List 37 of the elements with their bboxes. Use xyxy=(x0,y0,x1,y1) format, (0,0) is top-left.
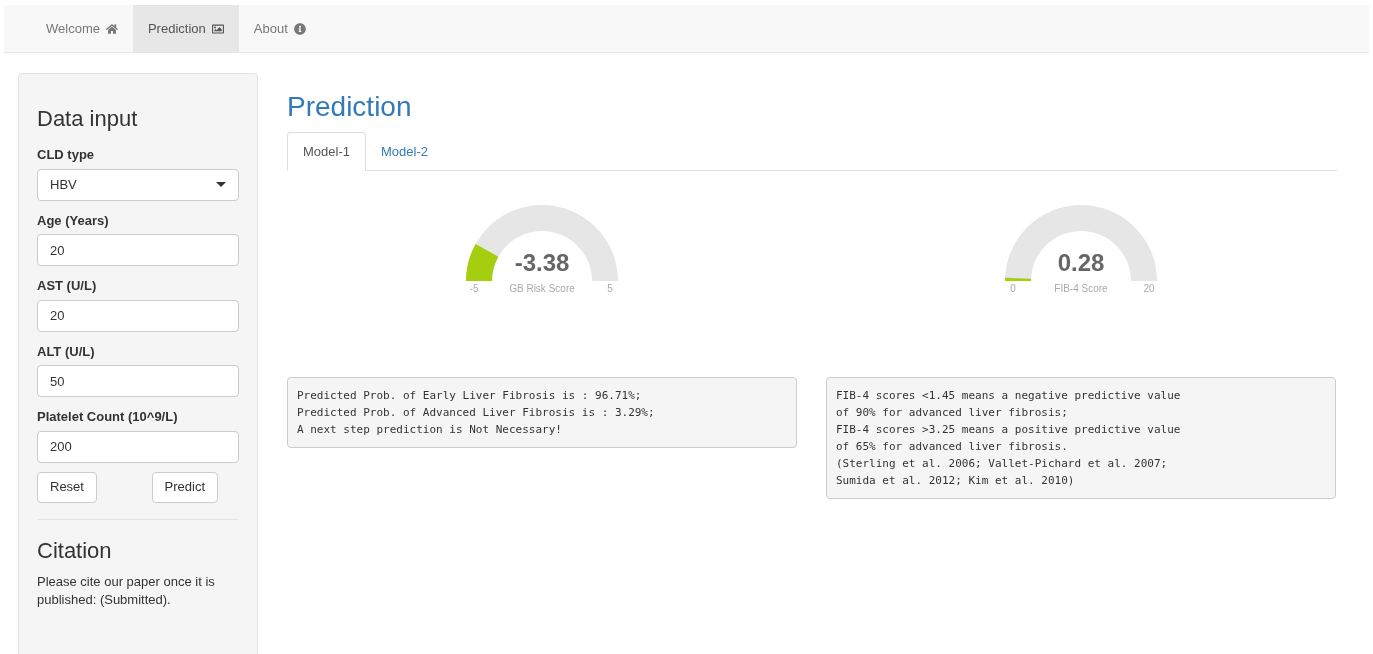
gauge-fill xyxy=(1005,277,1032,281)
home-icon xyxy=(105,22,118,35)
citation-title: Citation xyxy=(37,536,113,565)
gauge-min: 0 xyxy=(1009,282,1017,296)
input-field[interactable]: 200 xyxy=(37,430,239,463)
gauge-max: 5 xyxy=(606,282,614,296)
gauge-min: -5 xyxy=(468,282,480,296)
info-icon xyxy=(293,22,306,35)
nav-tab[interactable]: Prediction xyxy=(132,5,239,52)
gauge-max: 20 xyxy=(1142,282,1156,296)
field-label: Age (Years) xyxy=(37,211,110,230)
input-field[interactable]: 50 xyxy=(37,365,239,397)
field-label: CLD type xyxy=(37,146,96,164)
gauge-value: 0.28 xyxy=(1056,251,1106,275)
gauge-fill xyxy=(466,243,499,281)
sidebar-title: Data input xyxy=(37,105,139,133)
gauge-label: GB Risk Score xyxy=(509,282,575,296)
page-title: Prediction xyxy=(287,90,413,124)
form-button[interactable]: Predict xyxy=(151,471,218,503)
model-tab[interactable]: Model-1 xyxy=(287,132,366,171)
gauge-value: -3.38 xyxy=(513,251,571,275)
output-text: FIB-4 scores <1.45 means a negative predictive value of 90% for advanced liver fibrosis; FIB-4 scores >3.25 means a positive predictive value of 65% for advanced liver fibrosis. (Sterling et al. 2006; Vallet-Pichard et al. 2007; Sumida et al. 2012; Kim et al. 2010) xyxy=(826,377,1336,499)
input-field[interactable]: 20 xyxy=(37,299,239,332)
input-field[interactable]: 20 xyxy=(37,234,239,266)
image-icon xyxy=(211,22,224,35)
field-label: ALT (U/L) xyxy=(37,342,96,361)
nav-tab[interactable]: About xyxy=(238,5,321,52)
model-tab[interactable]: Model-2 xyxy=(365,132,443,171)
output-text: Predicted Prob. of Early Liver Fibrosis is : 96.71%; Predicted Prob. of Advanced Liver Fibrosis is : 3.29%; A next step prediction is Not Necessary! xyxy=(287,377,797,448)
citation-text: Please cite our paper once it is published: (Submitted). xyxy=(37,572,216,609)
caret-icon xyxy=(216,182,226,187)
gauge-label: FIB-4 Score xyxy=(1054,282,1108,296)
nav-tab[interactable]: Welcome xyxy=(31,5,133,52)
type-dropdown[interactable]: HBV xyxy=(37,168,239,201)
field-label: Platelet Count (10^9/L) xyxy=(37,408,179,426)
field-label: AST (U/L) xyxy=(37,277,98,295)
form-button[interactable]: Reset xyxy=(37,471,97,503)
